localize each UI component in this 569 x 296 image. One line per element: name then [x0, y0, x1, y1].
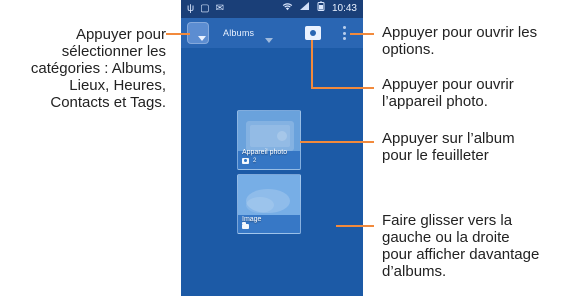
- callout-swipe-more: Faire glisser vers la gauche ou la droit…: [382, 212, 568, 280]
- album-title: Appareil photo: [242, 149, 288, 156]
- chevron-down-icon: [265, 38, 273, 43]
- album-count: 2: [253, 158, 257, 164]
- overflow-dot: [342, 26, 346, 29]
- callout-line: options.: [382, 41, 435, 58]
- callout-open-camera: Appuyer pour ouvrir l’appareil photo.: [382, 76, 562, 110]
- callout-line: pour afficher davantage: [382, 246, 540, 263]
- category-menu-button[interactable]: [187, 22, 209, 44]
- callout-line: Faire glisser vers la: [382, 212, 513, 229]
- callout-line: l’appareil photo.: [382, 93, 488, 110]
- callout-line: Lieux, Heures,: [69, 77, 166, 94]
- overflow-menu-button[interactable]: [339, 24, 349, 42]
- album-sub: 2: [242, 157, 287, 165]
- album-card-appareil-photo[interactable]: Appareil photo 2: [237, 110, 301, 170]
- callout-line: d’albums.: [382, 263, 447, 280]
- phone-screen: ψ ▢ ✉ 10:43 Albums Appareil photo 2 Imag…: [181, 0, 363, 296]
- callout-line: pour le feuilleter: [382, 147, 489, 164]
- battery-icon: [316, 0, 326, 18]
- chevron-down-icon: [198, 36, 206, 41]
- callout-line: Appuyer sur l’album: [382, 130, 515, 147]
- message-icon: ✉: [215, 3, 224, 14]
- albums-title[interactable]: Albums: [223, 18, 254, 48]
- album-card-image[interactable]: Image: [237, 174, 301, 234]
- album-meta: Appareil photo 2: [242, 149, 287, 165]
- album-sub: [242, 222, 261, 229]
- callout-browse-album: Appuyer sur l’album pour le feuilleter: [382, 130, 562, 164]
- callout-line: sélectionner les: [61, 43, 166, 60]
- callout-categories: Appuyer pour sélectionner les catégories…: [24, 26, 166, 111]
- album-meta: Image: [242, 216, 261, 229]
- status-bar: ψ ▢ ✉ 10:43: [181, 0, 363, 18]
- annotated-screenshot: ψ ▢ ✉ 10:43 Albums Appareil photo 2 Imag…: [0, 0, 569, 296]
- callout-line: gauche ou la droite: [382, 229, 510, 246]
- camera-icon: [242, 158, 249, 164]
- signal-icon: [299, 0, 310, 18]
- callout-line: Appuyer pour: [75, 26, 166, 43]
- callout-open-options: Appuyer pour ouvrir les options.: [382, 24, 562, 58]
- folder-icon: [242, 222, 249, 229]
- wifi-icon: [282, 0, 293, 18]
- screenshot-icon: ▢: [200, 3, 210, 14]
- overflow-dot: [342, 31, 346, 35]
- usb-icon: ψ: [187, 3, 195, 14]
- action-bar: Albums: [181, 18, 363, 48]
- callout-line: Contacts et Tags.: [50, 94, 166, 111]
- status-right: 10:43: [282, 0, 357, 18]
- callout-line: Appuyer pour ouvrir les: [382, 24, 538, 41]
- status-time: 10:43: [331, 3, 357, 14]
- camera-button[interactable]: [305, 26, 321, 40]
- callout-line: Appuyer pour ouvrir: [382, 76, 514, 93]
- callout-line: catégories : Albums,: [30, 60, 166, 77]
- overflow-dot: [342, 37, 346, 40]
- status-left: ψ ▢ ✉: [187, 0, 224, 18]
- camera-icon: [310, 30, 316, 36]
